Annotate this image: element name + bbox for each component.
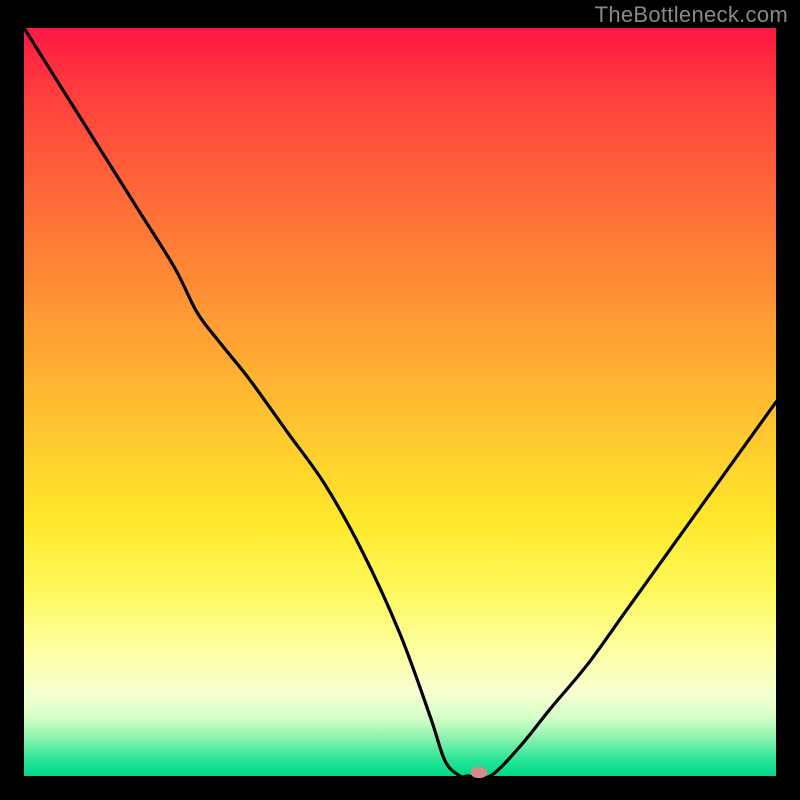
watermark-text: TheBottleneck.com: [595, 2, 788, 28]
bottleneck-curve: [24, 28, 776, 776]
chart-frame: TheBottleneck.com: [0, 0, 800, 800]
plot-area: [24, 28, 776, 776]
optimal-point-marker: [471, 767, 487, 778]
